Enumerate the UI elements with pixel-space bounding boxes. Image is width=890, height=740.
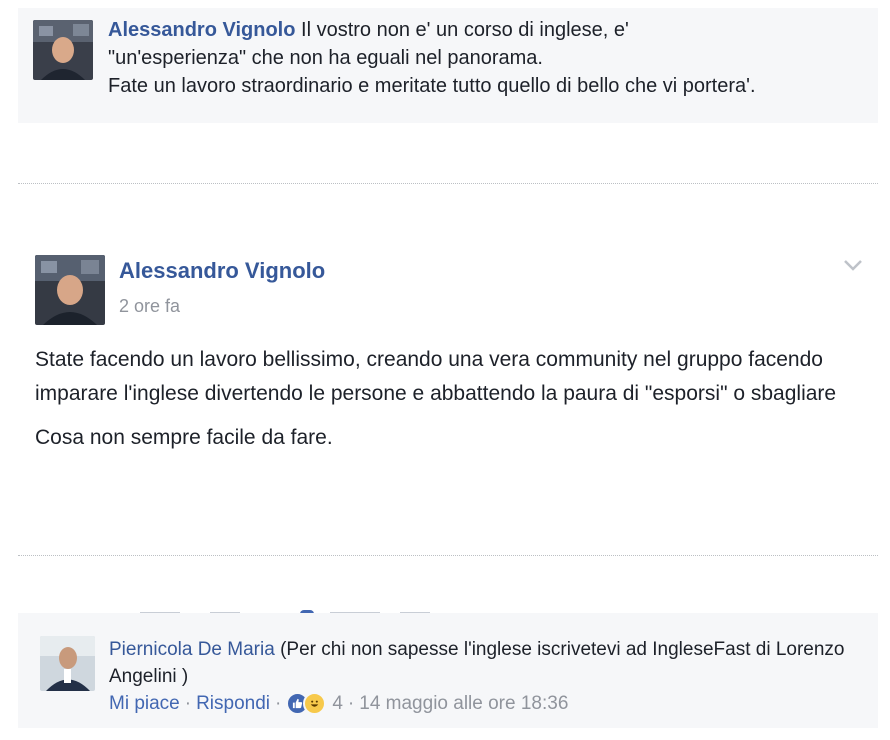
avatar[interactable] — [35, 255, 105, 325]
comment-author[interactable]: Piernicola De Maria — [109, 639, 275, 660]
comment-line: Fate un lavoro straordinario e meritate … — [108, 75, 756, 97]
avatar-image — [40, 636, 95, 691]
post-timestamp[interactable]: 2 ore fa — [119, 296, 180, 317]
reaction-count[interactable]: 4 — [332, 693, 343, 715]
separator: · — [275, 692, 282, 714]
comment-line: Il vostro non e' un corso di inglese, e' — [295, 19, 629, 41]
avatar-image — [33, 20, 93, 80]
clipped-content — [140, 605, 440, 613]
comment-line: "un'esperienza" che non ha eguali nel pa… — [108, 47, 543, 69]
comment-author[interactable]: Alessandro Vignolo — [108, 19, 295, 41]
comment-actions: Mi piace · Rispondi · 4 · 14 maggio alle… — [109, 692, 568, 715]
post-author[interactable]: Alessandro Vignolo — [119, 258, 325, 284]
comment-text-top: Alessandro Vignolo Il vostro non e' un c… — [108, 16, 868, 100]
post-paragraph: State facendo un lavoro bellissimo, crea… — [35, 348, 837, 405]
avatar[interactable] — [40, 636, 95, 691]
post-paragraph: Cosa non sempre facile da fare. — [35, 426, 333, 449]
chevron-down-icon[interactable] — [843, 258, 863, 277]
comment-timestamp[interactable]: 14 maggio alle ore 18:36 — [359, 693, 568, 715]
avatar-image — [35, 255, 105, 325]
reactions[interactable] — [286, 692, 327, 715]
like-button[interactable]: Mi piace — [109, 693, 180, 715]
divider — [18, 183, 878, 184]
comment-text-bottom: Piernicola De Maria (Per chi non sapesse… — [109, 636, 869, 690]
haha-icon — [303, 692, 327, 715]
post-body: State facendo un lavoro bellissimo, crea… — [35, 343, 875, 455]
reply-button[interactable]: Rispondi — [196, 693, 270, 715]
avatar[interactable] — [33, 20, 93, 80]
separator: · — [347, 692, 355, 714]
divider — [18, 555, 878, 556]
separator: · — [184, 692, 192, 714]
